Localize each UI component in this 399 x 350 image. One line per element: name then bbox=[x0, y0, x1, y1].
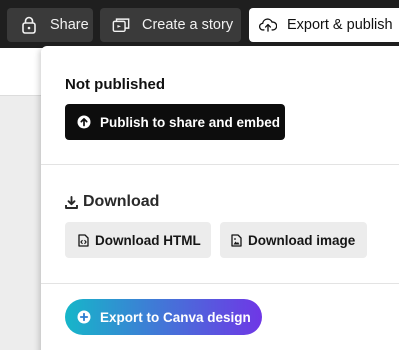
export-publish-button[interactable]: Export & publish bbox=[249, 8, 399, 42]
lock-icon bbox=[20, 16, 38, 34]
section-divider bbox=[41, 164, 399, 165]
section-divider bbox=[41, 283, 399, 284]
plus-circle-icon bbox=[77, 310, 91, 324]
canvas-header bbox=[0, 48, 42, 96]
publish-status-title: Not published bbox=[65, 76, 165, 93]
export-publish-screen: Share Create a story Export & publish No… bbox=[0, 0, 399, 350]
create-story-button[interactable]: Create a story bbox=[100, 8, 241, 42]
share-button[interactable]: Share bbox=[7, 8, 93, 42]
download-image-label: Download image bbox=[248, 232, 356, 248]
create-story-label: Create a story bbox=[142, 17, 234, 33]
download-section-title: Download bbox=[65, 193, 159, 211]
cloud-upload-icon bbox=[259, 16, 277, 34]
download-html-label: Download HTML bbox=[95, 232, 201, 248]
export-to-canva-label: Export to Canva design bbox=[100, 309, 251, 325]
export-publish-label: Export & publish bbox=[287, 17, 393, 33]
export-dropdown-panel: Not published Publish to share and embed… bbox=[41, 46, 399, 350]
publish-button[interactable]: Publish to share and embed bbox=[65, 104, 285, 140]
download-image-button[interactable]: Download image bbox=[220, 222, 367, 258]
share-label: Share bbox=[50, 17, 89, 33]
story-icon bbox=[112, 16, 130, 34]
html-file-icon bbox=[78, 233, 89, 247]
publish-button-label: Publish to share and embed bbox=[100, 114, 281, 130]
top-toolbar: Share Create a story Export & publish bbox=[0, 0, 399, 48]
download-html-button[interactable]: Download HTML bbox=[65, 222, 211, 258]
download-title-label: Download bbox=[83, 193, 160, 210]
export-to-canva-button[interactable]: Export to Canva design bbox=[65, 299, 262, 335]
image-file-icon bbox=[231, 233, 242, 247]
upload-circle-icon bbox=[77, 115, 91, 129]
download-icon bbox=[65, 195, 78, 209]
